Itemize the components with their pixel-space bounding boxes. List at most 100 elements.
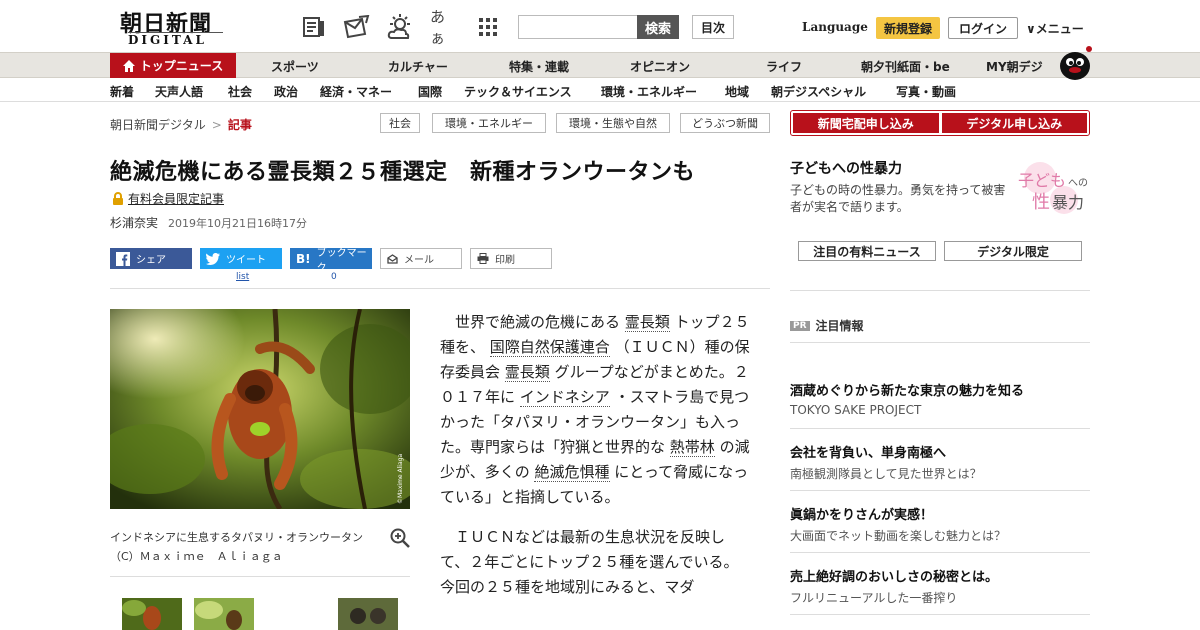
language-link[interactable]: Language: [802, 20, 868, 34]
photo-thumbnail[interactable]: [194, 598, 254, 630]
hatena-icon: B!: [296, 251, 311, 266]
digital-limited-button[interactable]: デジタル限定: [944, 241, 1082, 261]
nav-item-culture[interactable]: カルチャー: [388, 58, 448, 75]
keyword-link[interactable]: 熱帯林: [669, 438, 715, 457]
print-button[interactable]: 印刷: [470, 248, 552, 269]
twitter-share-button[interactable]: ツイート: [200, 248, 282, 269]
feature-banner-text: 性: [1032, 192, 1050, 213]
pr-item-title[interactable]: 売上絶好調のおいしさの秘密とは。: [790, 566, 998, 585]
font-size-icon[interactable]: あぁ: [430, 8, 458, 47]
subnav-item[interactable]: 環境・エネルギー: [601, 83, 697, 100]
site-header: 朝日新聞 DIGITAL あぁ 検索 目次 Language 新規登録 ログイン…: [0, 0, 1200, 52]
subnav-item[interactable]: 社会: [228, 83, 252, 100]
nav-item-opinion[interactable]: オピニオン: [630, 58, 690, 75]
pr-item-title[interactable]: 酒蔵めぐりから新たな東京の魅力を知る: [790, 380, 1024, 399]
article-body: 世界で絶滅の危機にある 霊長類 トップ２５種を、 国際自然保護連合 （ＩＵＣＮ）…: [440, 310, 750, 615]
divider: [110, 288, 770, 289]
divider: [790, 290, 1090, 291]
twitter-share-label: ツイート: [226, 255, 266, 266]
divider: [110, 576, 410, 577]
menu-button[interactable]: ∨メニュー: [1026, 20, 1084, 37]
subnav-item[interactable]: 経済・マネー: [320, 83, 392, 100]
nav-item-features[interactable]: 特集・連載: [509, 58, 569, 75]
paid-news-button[interactable]: 注目の有料ニュース: [798, 241, 936, 261]
breadcrumb-current: 記事: [227, 118, 252, 132]
login-button[interactable]: ログイン: [948, 17, 1018, 39]
article-photo[interactable]: ©Maxime Aliaga: [110, 309, 410, 509]
photo-credit: ©Maxime Aliaga: [397, 454, 404, 504]
feature-description: 子どもの時の性暴力。勇気を持って被害者が実名で語ります。: [790, 183, 1006, 214]
divider: [790, 342, 1090, 343]
search-input[interactable]: [518, 15, 638, 39]
mail-magazine-icon[interactable]: [342, 13, 370, 41]
mail-share-button[interactable]: メール: [380, 248, 462, 269]
feature-banner[interactable]: 子ども への 性 暴力: [1014, 160, 1092, 216]
logo-text-en: DIGITAL: [128, 32, 223, 47]
grid-menu-icon[interactable]: [474, 13, 502, 41]
nav-item-my-asadigi[interactable]: MY朝デジ: [986, 58, 1043, 75]
photo-thumbnail[interactable]: [122, 598, 182, 630]
publish-date: 2019年10月21日16時17分: [168, 217, 307, 230]
mascot-icon[interactable]: [1056, 44, 1094, 80]
hatena-bookmark-button[interactable]: B! ブックマーク: [290, 248, 372, 274]
feature-title[interactable]: 子どもへの性暴力: [790, 158, 902, 178]
article-title: 絶滅危機にある霊長類２５種選定 新種オランウータンも: [110, 160, 696, 185]
subnav-item[interactable]: 新着: [110, 83, 134, 100]
print-icon: [477, 253, 489, 264]
subnav-item[interactable]: 朝デジスペシャル: [771, 83, 866, 100]
pr-item-title[interactable]: 眞鍋かをりさんが実感！: [790, 504, 933, 523]
newspaper-icon[interactable]: [300, 13, 328, 41]
article-paragraph: ＩＵＣＮなどは最新の生息状況を反映して、２年ごとにトップ２５種を選んでいる。今回…: [440, 528, 739, 596]
text: 世界で絶滅の危機にある: [455, 313, 621, 331]
facebook-share-label: シェア: [136, 255, 166, 266]
pr-heading: PR 注目情報: [790, 317, 864, 334]
tag-link[interactable]: 社会: [380, 113, 420, 133]
nav-top-news-label: トップニュース: [139, 59, 224, 73]
keyword-link[interactable]: 国際自然保護連合: [489, 338, 610, 357]
newspaper-delivery-button[interactable]: 新聞宅配申し込み: [793, 113, 939, 133]
search-button[interactable]: 検索: [637, 15, 679, 39]
pr-badge: PR: [790, 320, 810, 331]
zoom-icon[interactable]: [390, 528, 410, 548]
members-only-text: 有料会員限定記事: [128, 192, 225, 206]
pr-item-title[interactable]: 会社を背負い、単身南極へ: [790, 442, 946, 461]
subnav-item[interactable]: 天声人語: [155, 83, 203, 100]
keyword-link[interactable]: 霊長類: [624, 313, 670, 332]
register-button[interactable]: 新規登録: [876, 17, 940, 39]
keyword-link[interactable]: 絶滅危惧種: [534, 463, 610, 482]
breadcrumb-site[interactable]: 朝日新聞デジタル: [110, 118, 206, 132]
photo-thumbnail[interactable]: [338, 598, 398, 630]
subnav-item[interactable]: 政治: [274, 83, 298, 100]
pr-item-sub: 大画面でネット動画を楽しむ魅力とは？: [790, 529, 1007, 543]
keyword-link[interactable]: インドネシア: [519, 388, 610, 407]
pr-item-sub: フルリニューアルした一番搾り: [790, 591, 958, 605]
photo-caption: インドネシアに生息するタパヌリ・オランウータン（C）Ｍａｘｉｍｅ Ａｌｉａｇａ: [110, 531, 363, 563]
tag-link[interactable]: 環境・生態や自然: [556, 113, 670, 133]
pr-label: 注目情報: [815, 319, 864, 333]
divider: [790, 614, 1090, 615]
breadcrumb-separator: >: [211, 118, 222, 132]
tag-link[interactable]: どうぶつ新聞: [680, 113, 770, 133]
subnav-item[interactable]: 写真・動画: [896, 83, 956, 100]
nav-item-paper[interactable]: 朝夕刊紙面・be: [861, 58, 950, 75]
keyword-link[interactable]: 霊長類: [504, 363, 550, 382]
hatena-count[interactable]: 0: [331, 272, 337, 282]
nav-item-life[interactable]: ライフ: [766, 58, 802, 75]
main-nav: トップニュース スポーツ カルチャー 特集・連載 オピニオン ライフ 朝夕刊紙面…: [0, 52, 1200, 78]
members-only-label[interactable]: 有料会員限定記事: [112, 190, 224, 207]
digital-subscription-button[interactable]: デジタル申し込み: [941, 113, 1087, 133]
subscription-box: 新聞宅配申し込み デジタル申し込み: [790, 110, 1090, 136]
pr-item-sub: 南極観測隊員として見た世界とは？: [790, 467, 982, 481]
toc-button[interactable]: 目次: [692, 15, 734, 39]
author-name: 杉浦奈実: [110, 216, 159, 230]
facebook-share-button[interactable]: シェア: [110, 248, 192, 269]
tag-link[interactable]: 環境・エネルギー: [432, 113, 546, 133]
nav-top-news[interactable]: トップニュース: [110, 53, 236, 78]
subnav-item[interactable]: テック＆サイエンス: [464, 83, 572, 100]
subnav-item[interactable]: 地域: [725, 83, 749, 100]
subnav-item[interactable]: 国際: [418, 83, 442, 100]
site-logo[interactable]: 朝日新聞 DIGITAL: [118, 6, 228, 47]
twitter-count[interactable]: list: [236, 272, 249, 282]
nav-item-sports[interactable]: スポーツ: [271, 58, 319, 75]
weather-icon[interactable]: [386, 13, 414, 41]
